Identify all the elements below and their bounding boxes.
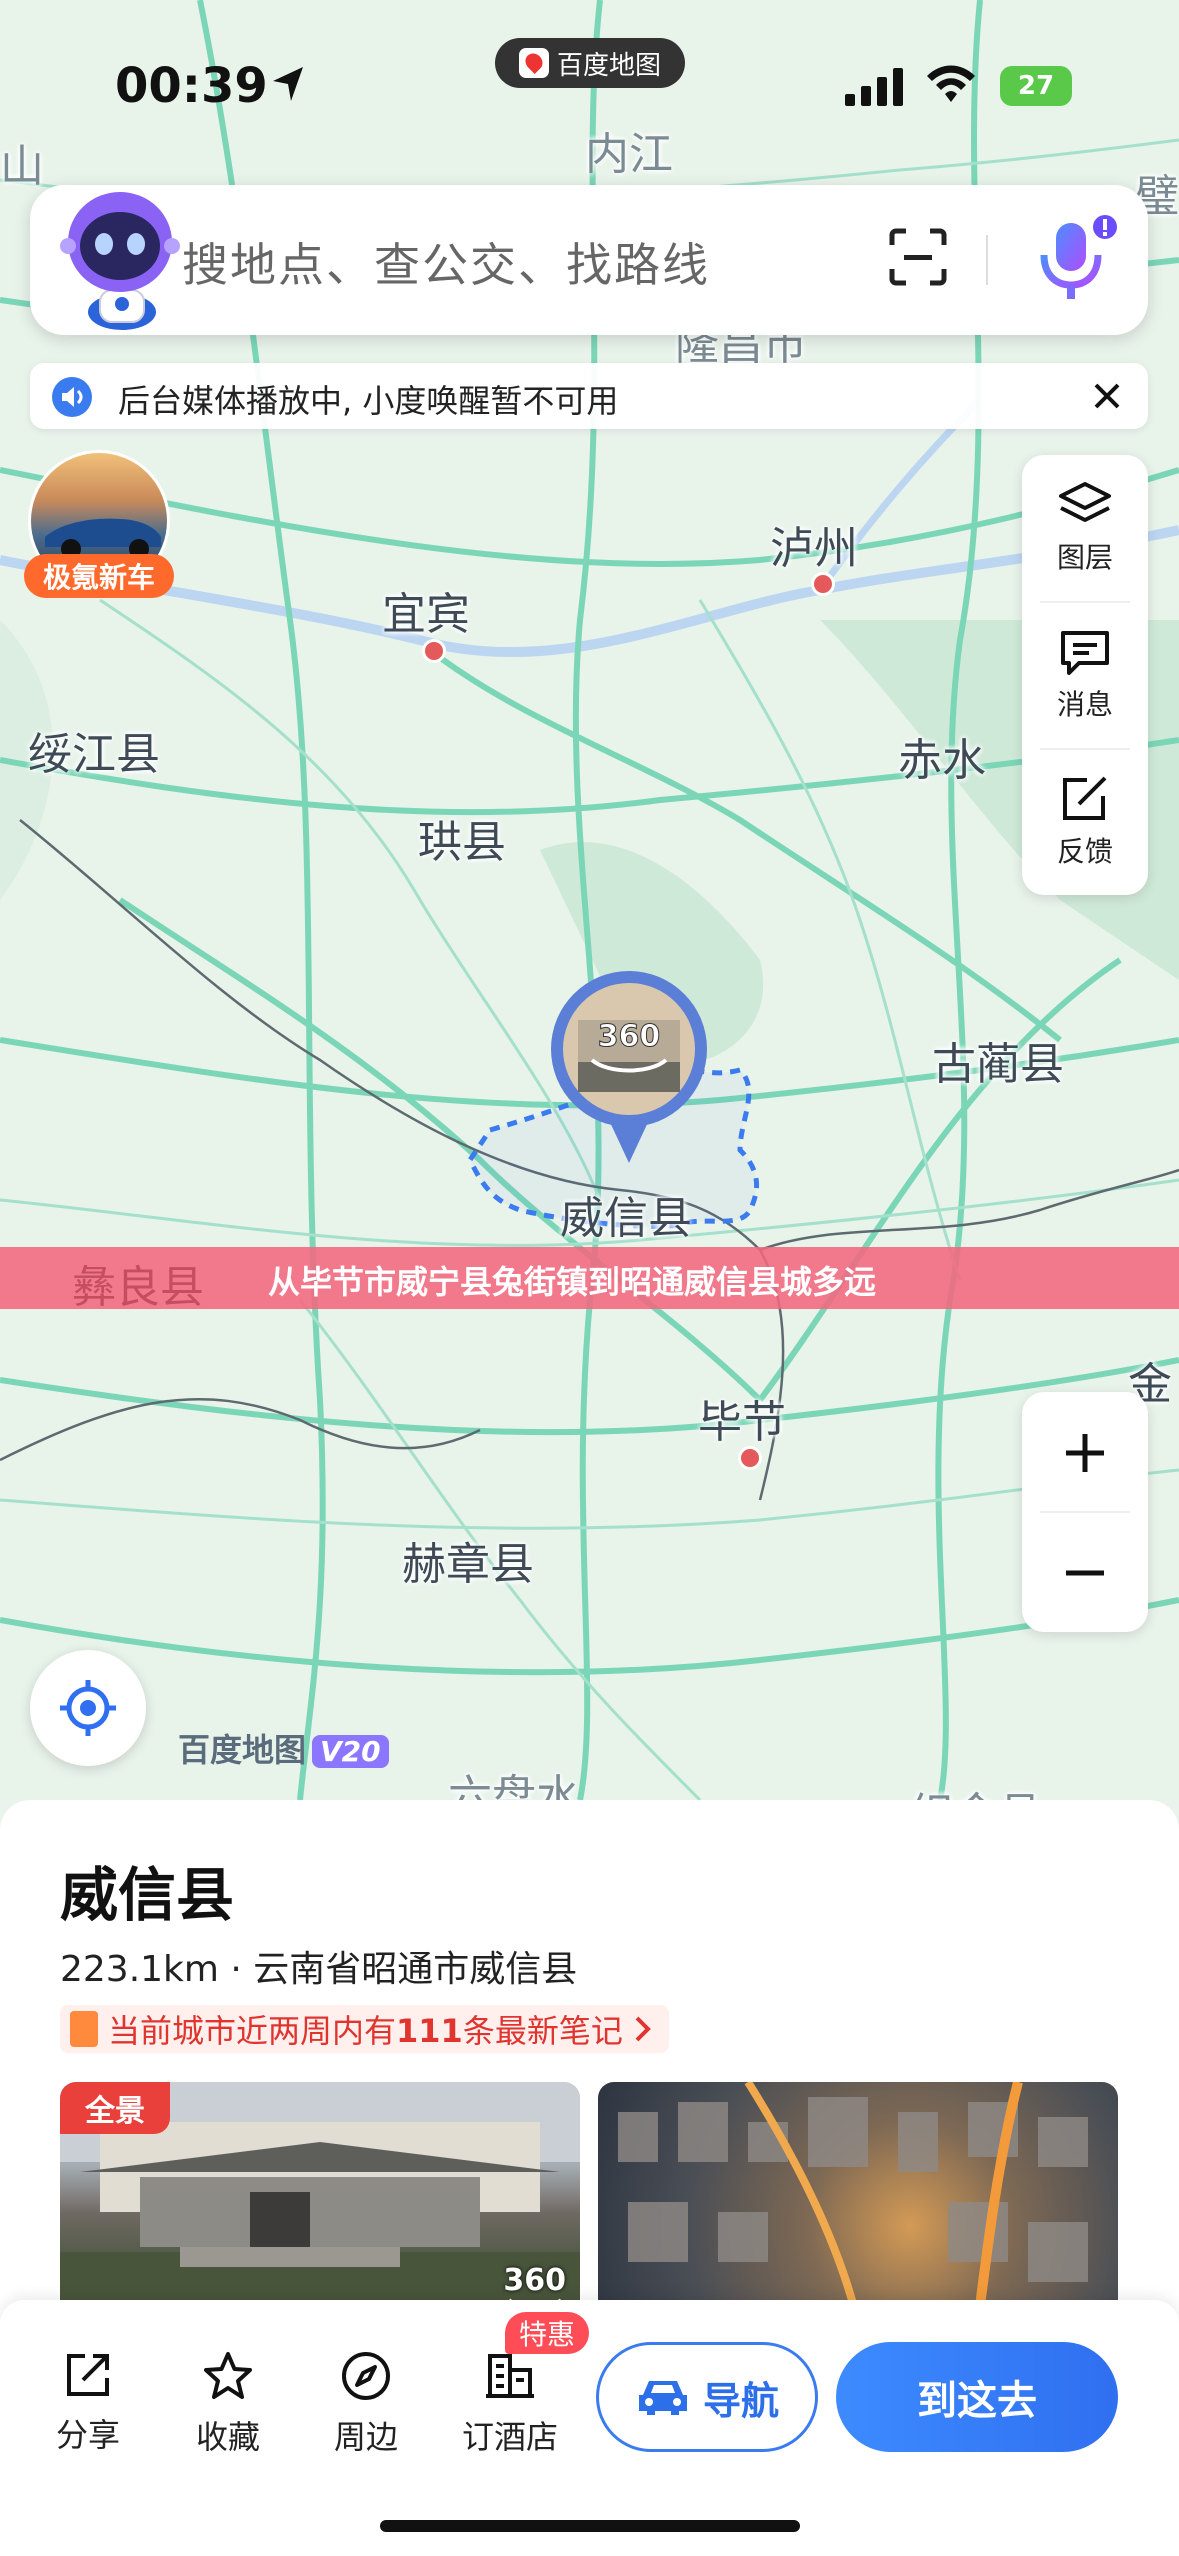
voice-mic-icon[interactable]	[1030, 213, 1120, 308]
tool-layers-label: 图层	[1056, 541, 1113, 574]
map-label-hezhang: 赫章县	[402, 1539, 534, 1590]
map-label-bijie: 毕节	[698, 1397, 786, 1448]
map-label-chishui: 赤水	[898, 735, 986, 786]
go-here-label: 到这去	[917, 2378, 1037, 2424]
map-label-gongxian: 珙县	[418, 817, 506, 868]
favorite-button[interactable]: 收藏	[178, 2350, 278, 2458]
city-photo-art	[618, 2082, 1088, 2322]
speaker-icon	[52, 377, 92, 417]
battery-level: 27	[1017, 71, 1055, 101]
zoom-in-icon[interactable]	[1062, 1430, 1108, 1476]
promo-ad[interactable]: 极氪新车	[24, 450, 174, 600]
place-distance-address: 223.1km · 云南省昭通市威信县	[60, 1949, 578, 1990]
search-bar[interactable]: 搜地点、查公交、找路线	[30, 185, 1148, 335]
close-icon[interactable]	[1088, 377, 1126, 415]
zoom-divider	[1040, 1511, 1130, 1513]
map-label-suijiang: 绥江县	[28, 729, 160, 780]
home-indicator[interactable]	[380, 2520, 800, 2532]
map-label-luzhou: 泸州	[770, 523, 858, 574]
locate-icon	[60, 1680, 116, 1736]
map-label-yiliang: 彝良县	[72, 1262, 204, 1313]
notes-suffix: 条最新笔记	[462, 2012, 623, 2050]
location-arrow-icon	[273, 67, 303, 101]
chevron-right-icon	[635, 2016, 651, 2042]
promo-label: 极氪新车	[24, 554, 174, 598]
map-label-yibin: 宜宾	[382, 589, 470, 640]
map-tools-panel: 图层 消息 反馈	[1022, 455, 1148, 895]
layers-icon	[1059, 482, 1111, 522]
assistant-mascot-icon[interactable]	[60, 180, 180, 330]
zoom-out-icon[interactable]	[1062, 1550, 1108, 1596]
battery-indicator: 27	[1000, 66, 1072, 106]
pin-360-text: 360	[598, 1019, 661, 1054]
scan-icon[interactable]	[888, 227, 948, 287]
media-notice-bar: 后台媒体播放中, 小度唤醒暂不可用	[30, 363, 1148, 429]
locate-me-button[interactable]	[30, 1650, 146, 1766]
zoom-controls	[1022, 1392, 1148, 1632]
city-dot-luzhou	[811, 572, 835, 596]
deal-badge: 特惠	[505, 2312, 590, 2354]
hotel-icon	[486, 2354, 534, 2398]
go-here-button[interactable]: 到这去	[836, 2342, 1118, 2452]
panorama-360-label: 360	[503, 2263, 566, 2298]
star-icon	[204, 2352, 252, 2399]
hotel-label: 订酒店	[461, 2418, 558, 2456]
city-notes-link[interactable]: 当前城市近两周内有111条最新笔记	[60, 2005, 669, 2053]
map-label-liupanshui: 六盘水	[448, 1771, 580, 1800]
tool-messages-label: 消息	[1056, 688, 1113, 721]
tool-messages[interactable]: 消息	[1022, 602, 1148, 748]
city-aerial-photo[interactable]	[598, 2082, 1118, 2322]
app-indicator-label: 百度地图	[556, 50, 661, 81]
navigate-button[interactable]: 导航	[596, 2342, 818, 2452]
place-title: 威信县	[60, 1861, 235, 1929]
book-hotel-button[interactable]: 订酒店	[455, 2350, 565, 2458]
app-indicator-pill[interactable]: 百度地图	[495, 38, 685, 88]
brand-name: 百度地图	[178, 1731, 307, 1769]
map-label-weixin: 威信县	[560, 1193, 692, 1244]
share-label: 分享	[55, 2416, 120, 2454]
watermark-banner: 彝良县 从毕节市威宁县兔街镇到昭通威信县城多远	[0, 1247, 1179, 1313]
favorite-label: 收藏	[195, 2418, 260, 2456]
map-brand-watermark: 百度地图 V20	[178, 1725, 389, 1771]
notes-count: 111	[396, 2012, 463, 2050]
nearby-button[interactable]: 周边	[316, 2350, 416, 2458]
baidu-maps-logo-icon	[518, 48, 549, 78]
feedback-icon	[1063, 776, 1107, 820]
panorama-photo[interactable]: 全景 360	[60, 2082, 580, 2322]
tool-layers[interactable]: 图层	[1022, 455, 1148, 601]
compass-icon	[342, 2352, 390, 2400]
banner-text: 从毕节市威宁县兔街镇到昭通威信县城多远	[268, 1263, 877, 1301]
tool-feedback-label: 反馈	[1056, 835, 1113, 868]
panorama-pin-icon[interactable]: 360	[548, 968, 710, 1163]
car-icon	[638, 2381, 687, 2415]
panorama-tag: 全景	[60, 2082, 170, 2134]
map-label-zhijin: 织金县	[910, 1778, 1042, 1800]
city-dot-yibin	[422, 639, 446, 663]
message-icon	[1061, 631, 1109, 675]
search-divider	[986, 235, 988, 285]
wifi-icon	[927, 65, 975, 102]
search-input[interactable]: 搜地点、查公交、找路线	[182, 229, 710, 295]
map-label-gulin: 古蔺县	[932, 1039, 1064, 1090]
tool-feedback[interactable]: 反馈	[1022, 749, 1148, 895]
status-bar: 00:39 百度地图 27	[0, 0, 1179, 170]
nearby-label: 周边	[333, 2418, 398, 2456]
notes-prefix: 当前城市近两周内有	[108, 2012, 397, 2050]
cellular-signal-icon	[845, 68, 903, 106]
navigate-label: 导航	[702, 2378, 779, 2423]
status-time: 00:39	[115, 58, 268, 114]
notice-text: 后台媒体播放中, 小度唤醒暂不可用	[118, 382, 619, 420]
notebook-icon	[70, 2011, 98, 2047]
share-icon	[67, 2354, 109, 2396]
brand-version: V20	[312, 1735, 389, 1768]
share-button[interactable]: 分享	[38, 2350, 138, 2456]
city-dot-bijie	[738, 1446, 762, 1470]
